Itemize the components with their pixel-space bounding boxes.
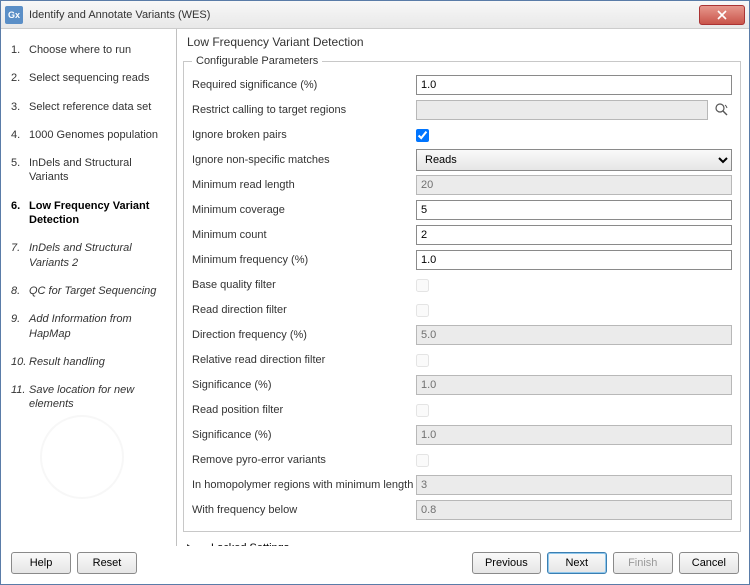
- select-ignore-nonspecific[interactable]: Reads: [416, 149, 732, 171]
- label-direction-frequency: Direction frequency (%): [192, 329, 416, 341]
- finish-button: Finish: [613, 552, 673, 574]
- step-sidebar: 1.Choose where to run 2.Select sequencin…: [1, 29, 177, 546]
- label-min-frequency: Minimum frequency (%): [192, 254, 416, 266]
- label-significance-2: Significance (%): [192, 429, 416, 441]
- fieldset-legend: Configurable Parameters: [192, 55, 322, 67]
- close-icon: [717, 10, 727, 20]
- input-direction-frequency: [416, 325, 732, 345]
- step-10: 10.Result handling: [9, 351, 168, 379]
- input-freq-below: [416, 500, 732, 520]
- step-3: 3.Select reference data set: [9, 96, 168, 124]
- input-min-count[interactable]: [416, 225, 732, 245]
- input-required-significance[interactable]: [416, 75, 732, 95]
- help-button[interactable]: Help: [11, 552, 71, 574]
- label-base-quality-filter: Base quality filter: [192, 279, 416, 291]
- label-remove-pyro: Remove pyro-error variants: [192, 454, 416, 466]
- input-homopolymer: [416, 475, 732, 495]
- previous-button[interactable]: Previous: [472, 552, 541, 574]
- label-significance-1: Significance (%): [192, 379, 416, 391]
- checkbox-ignore-broken[interactable]: [416, 129, 429, 142]
- label-homopolymer: In homopolymer regions with minimum leng…: [192, 479, 416, 491]
- checkbox-base-quality-filter: [416, 279, 429, 292]
- label-required-significance: Required significance (%): [192, 79, 416, 91]
- window-title: Identify and Annotate Variants (WES): [29, 9, 699, 21]
- input-significance-2: [416, 425, 732, 445]
- checkbox-read-direction-filter: [416, 304, 429, 317]
- step-5: 5.InDels and Structural Variants: [9, 152, 168, 195]
- label-restrict-target: Restrict calling to target regions: [192, 104, 416, 116]
- checkbox-read-position-filter: [416, 404, 429, 417]
- step-8: 8.QC for Target Sequencing: [9, 280, 168, 308]
- checkbox-relative-read-dir: [416, 354, 429, 367]
- input-min-read-length: [416, 175, 732, 195]
- titlebar: Gx Identify and Annotate Variants (WES): [1, 1, 749, 29]
- footer: Help Reset Previous Next Finish Cancel: [1, 546, 749, 584]
- page-subtitle: Low Frequency Variant Detection: [183, 33, 741, 55]
- checkbox-remove-pyro: [416, 454, 429, 467]
- label-min-coverage: Minimum coverage: [192, 204, 416, 216]
- step-4: 4.1000 Genomes population: [9, 124, 168, 152]
- configurable-parameters-fieldset: Configurable Parameters Required signifi…: [183, 55, 741, 532]
- cancel-button[interactable]: Cancel: [679, 552, 739, 574]
- next-button[interactable]: Next: [547, 552, 607, 574]
- label-relative-read-dir: Relative read direction filter: [192, 354, 416, 366]
- locked-settings-toggle[interactable]: Locked Settings: [183, 532, 741, 546]
- label-ignore-nonspecific: Ignore non-specific matches: [192, 154, 416, 166]
- input-min-frequency[interactable]: [416, 250, 732, 270]
- step-6-current: 6.Low Frequency Variant Detection: [9, 195, 168, 238]
- main-panel: Low Frequency Variant Detection Configur…: [177, 29, 749, 546]
- label-read-position-filter: Read position filter: [192, 404, 416, 416]
- close-button[interactable]: [699, 5, 745, 25]
- app-icon: Gx: [5, 6, 23, 24]
- label-freq-below: With frequency below: [192, 504, 416, 516]
- step-7: 7.InDels and Structural Variants 2: [9, 237, 168, 280]
- label-min-read-length: Minimum read length: [192, 179, 416, 191]
- step-11: 11.Save location for new elements: [9, 379, 168, 422]
- input-significance-1: [416, 375, 732, 395]
- step-1: 1.Choose where to run: [9, 39, 168, 67]
- label-min-count: Minimum count: [192, 229, 416, 241]
- label-ignore-broken: Ignore broken pairs: [192, 129, 416, 141]
- browse-icon: [714, 102, 730, 118]
- browse-target-button[interactable]: [712, 99, 732, 121]
- reset-button[interactable]: Reset: [77, 552, 137, 574]
- label-read-direction-filter: Read direction filter: [192, 304, 416, 316]
- step-2: 2.Select sequencing reads: [9, 67, 168, 95]
- step-9: 9.Add Information from HapMap: [9, 308, 168, 351]
- input-restrict-target[interactable]: [416, 100, 708, 120]
- input-min-coverage[interactable]: [416, 200, 732, 220]
